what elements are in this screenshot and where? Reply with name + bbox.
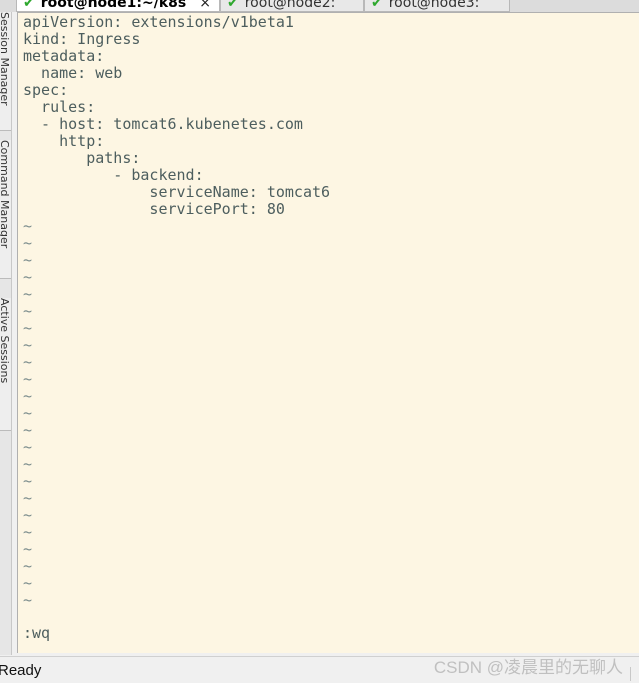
empty-line-tilde: ~ [23,591,33,609]
empty-line-tilde: ~ [23,557,33,575]
editor-line: serviceName: tomcat6 [23,183,331,201]
tab-node2[interactable]: ✔ root@node2: [220,0,364,12]
side-tab-label: Session Manager [0,12,11,106]
empty-line-tilde: ~ [23,370,33,388]
side-panel: Session Manager Command Manager Active S… [0,12,12,655]
empty-line-tilde: ~ [23,506,33,524]
editor-line: - backend: [23,166,204,184]
empty-line-tilde: ~ [23,523,33,541]
check-icon: ✔ [227,0,239,11]
empty-line-tilde: ~ [23,336,33,354]
side-tab-label: Command Manager [0,140,11,249]
editor-line: rules: [23,98,96,116]
side-tab-active-sessions[interactable]: Active Sessions [0,298,11,431]
editor-line: http: [23,132,105,150]
empty-line-tilde: ~ [23,455,33,473]
tab-label: root@node2: [244,0,336,11]
empty-line-tilde: ~ [23,268,33,286]
empty-line-tilde: ~ [23,251,33,269]
editor-line: kind: Ingress [23,30,141,48]
side-tab-session-manager[interactable]: Session Manager [0,12,11,131]
tab-node3[interactable]: ✔ root@node3: [364,0,510,12]
empty-line-tilde: ~ [23,574,33,592]
terminal-editor[interactable]: apiVersion: extensions/v1beta1 kind: Ingr… [17,12,639,653]
empty-line-tilde: ~ [23,319,33,337]
empty-line-tilde: ~ [23,489,33,507]
tab-label: root@node1:~/k8s [40,0,187,11]
command-line: :wq [23,624,51,642]
status-text: Ready [0,662,42,679]
editor-line: servicePort: 80 [23,200,285,218]
editor-line: metadata: [23,47,105,65]
editor-line: name: web [23,64,123,82]
editor-line: spec: [23,81,69,99]
empty-line-tilde: ~ [23,353,33,371]
resize-grip[interactable] [630,667,637,681]
editor-line: paths: [23,149,141,167]
empty-line-tilde: ~ [23,404,33,422]
editor-line: - host: tomcat6.kubenetes.com [23,115,303,133]
empty-line-tilde: ~ [23,387,33,405]
empty-line-tilde: ~ [23,217,33,235]
tab-label: root@node3: [388,0,480,11]
side-tab-label: Active Sessions [0,298,11,384]
empty-line-tilde: ~ [23,285,33,303]
editor-line: apiVersion: extensions/v1beta1 [23,13,294,31]
empty-line-tilde: ~ [23,540,33,558]
empty-line-tilde: ~ [23,472,33,490]
watermark: CSDN @凌晨里的无聊人 [433,658,623,677]
tab-bar: ✔ root@node1:~/k8s × ✔ root@node2: ✔ root@n… [0,0,639,12]
side-tab-command-manager[interactable]: Command Manager [0,140,11,279]
empty-line-tilde: ~ [23,302,33,320]
close-icon[interactable]: × [199,0,211,11]
empty-line-tilde: ~ [23,234,33,252]
tab-node1[interactable]: ✔ root@node1:~/k8s × [16,0,220,12]
editor-buffer: apiVersion: extensions/v1beta1 kind: Ingr… [23,14,330,609]
check-icon: ✔ [371,0,383,11]
check-icon: ✔ [23,0,35,11]
status-bar: Ready CSDN @凌晨里的无聊人 [0,656,639,683]
empty-line-tilde: ~ [23,438,33,456]
empty-line-tilde: ~ [23,421,33,439]
